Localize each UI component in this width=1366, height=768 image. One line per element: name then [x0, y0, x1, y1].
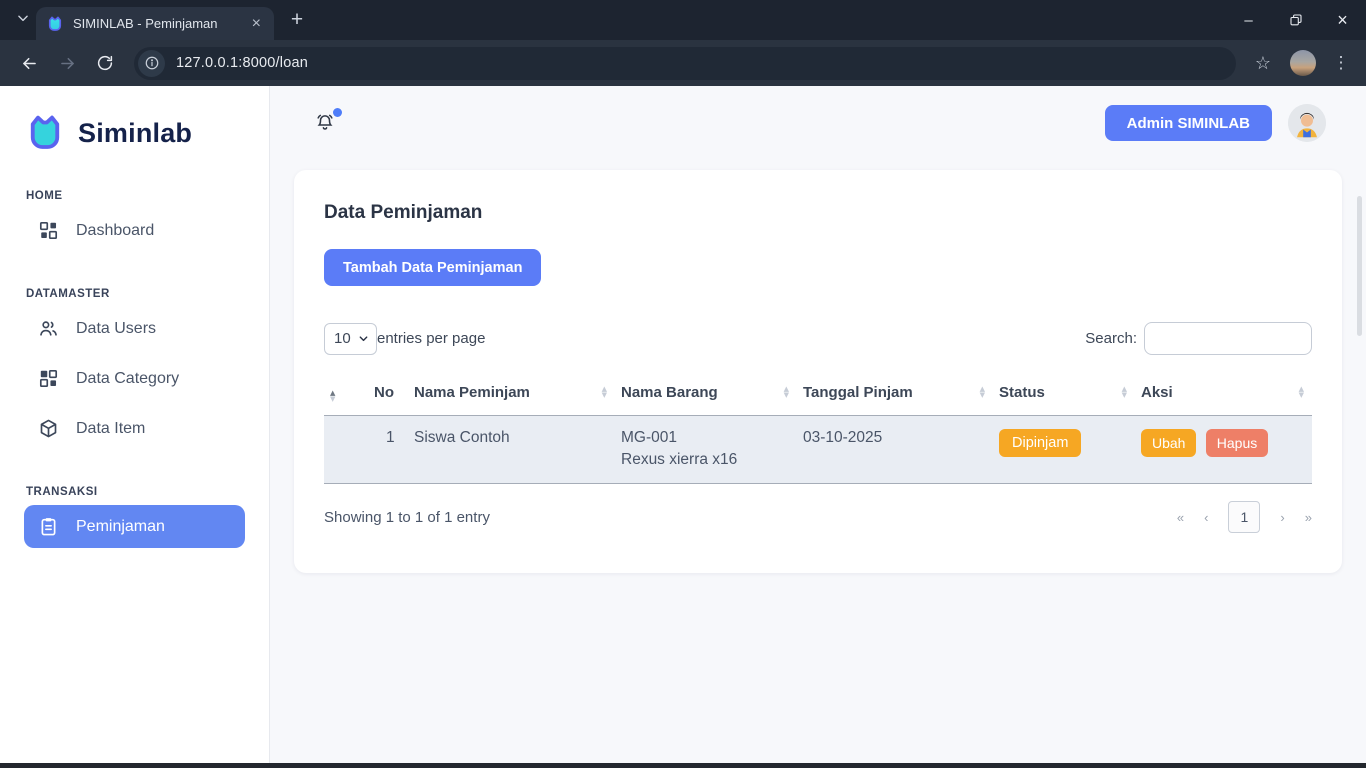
window-close-button[interactable]: ×: [1319, 0, 1366, 40]
browser-toolbar: 127.0.0.1:8000/loan ☆ ⋮: [0, 40, 1366, 86]
sidebar: Siminlab HOME Dashboard DATAMASTER: [0, 86, 270, 763]
sidebar-item-dashboard[interactable]: Dashboard: [24, 209, 245, 252]
column-header-nama-barang[interactable]: Nama Barang ▲▼: [615, 373, 797, 416]
item-name: Rexus xierra x16: [621, 451, 789, 469]
tab-search-chevron-icon[interactable]: [16, 11, 30, 30]
pagination-next[interactable]: ›: [1280, 510, 1284, 525]
chevron-down-icon: [358, 333, 369, 344]
site-favicon-cat-icon: [46, 15, 64, 33]
sidebar-item-label: Data Users: [76, 320, 156, 338]
sidebar-section-transaksi: TRANSAKSI: [26, 486, 243, 498]
sidebar-section-datamaster: DATAMASTER: [26, 288, 243, 300]
cell-nama-peminjam: Siswa Contoh: [408, 416, 615, 484]
window-minimize-button[interactable]: –: [1225, 0, 1272, 40]
sidebar-item-label: Dashboard: [76, 222, 154, 240]
category-grid-icon: [38, 368, 59, 389]
pagination-last[interactable]: »: [1305, 510, 1312, 525]
entries-suffix-label: entries per page: [377, 330, 485, 347]
browser-tab-strip: SIMINLAB - Peminjaman × + – ×: [0, 0, 1366, 40]
search-input[interactable]: [1144, 322, 1312, 355]
column-header-nama-peminjam[interactable]: Nama Peminjam ▲▼: [408, 373, 615, 416]
column-header-no[interactable]: No: [368, 373, 408, 416]
forward-icon[interactable]: [50, 46, 84, 80]
tambah-data-button[interactable]: Tambah Data Peminjaman: [324, 249, 541, 286]
sort-icon: ▲▼: [602, 386, 607, 398]
pagination-prev[interactable]: ‹: [1204, 510, 1208, 525]
table-row: 1 Siswa Contoh MG-001 Rexus xierra x16 0…: [324, 416, 1312, 484]
notification-dot: [333, 108, 342, 117]
entries-per-page-select[interactable]: 10: [324, 323, 377, 355]
cell-tanggal-pinjam: 03-10-2025: [797, 416, 993, 484]
entries-selected-value: 10: [334, 330, 351, 347]
sidebar-item-label: Data Category: [76, 370, 179, 388]
brand-name: Siminlab: [78, 118, 192, 149]
item-code: MG-001: [621, 429, 789, 447]
reload-icon[interactable]: [88, 46, 122, 80]
pagination: « ‹ 1 › »: [1177, 501, 1312, 533]
sort-icon: ▲▼: [980, 386, 985, 398]
url-text[interactable]: 127.0.0.1:8000/loan: [176, 55, 308, 71]
ubah-button[interactable]: Ubah: [1141, 429, 1196, 457]
status-badge: Dipinjam: [999, 429, 1081, 457]
sidebar-item-data-item[interactable]: Data Item: [24, 407, 245, 450]
browser-profile-avatar[interactable]: [1290, 50, 1316, 76]
cell-status: Dipinjam: [993, 416, 1135, 484]
cube-icon: [38, 418, 59, 439]
page-title: Data Peminjaman: [324, 202, 1312, 224]
cell-no: 1: [368, 416, 408, 484]
search-label: Search:: [1085, 330, 1137, 347]
back-icon[interactable]: [12, 46, 46, 80]
pagination-page-1[interactable]: 1: [1228, 501, 1260, 533]
column-header-aksi[interactable]: Aksi ▲▼: [1135, 373, 1312, 416]
column-header-status[interactable]: Status ▲▼: [993, 373, 1135, 416]
window-restore-button[interactable]: [1272, 0, 1319, 40]
new-tab-button[interactable]: +: [284, 7, 310, 33]
cell-nama-barang: MG-001 Rexus xierra x16: [615, 416, 797, 484]
sidebar-section-home: HOME: [26, 190, 243, 202]
sort-column-header[interactable]: ▲▼: [324, 373, 368, 416]
sidebar-item-data-users[interactable]: Data Users: [24, 307, 245, 350]
sidebar-item-peminjaman[interactable]: Peminjaman: [24, 505, 245, 548]
browser-menu-icon[interactable]: ⋮: [1328, 53, 1354, 73]
loans-table: ▲▼ No Nama Peminjam ▲▼ Nama Barang ▲▼: [324, 373, 1312, 484]
brand: Siminlab: [24, 86, 245, 154]
sort-icon: ▲▼: [1299, 386, 1304, 398]
user-avatar[interactable]: [1288, 104, 1326, 142]
address-bar[interactable]: 127.0.0.1:8000/loan: [134, 47, 1236, 80]
cell-aksi: Ubah Hapus: [1135, 416, 1312, 484]
data-peminjaman-card: Data Peminjaman Tambah Data Peminjaman 1…: [294, 170, 1342, 573]
sidebar-item-data-category[interactable]: Data Category: [24, 357, 245, 400]
app-header: Admin SIMINLAB: [270, 86, 1366, 160]
tab-close-icon[interactable]: ×: [249, 16, 264, 32]
admin-profile-button[interactable]: Admin SIMINLAB: [1105, 105, 1272, 141]
users-icon: [38, 318, 59, 339]
sidebar-item-label: Peminjaman: [76, 518, 165, 536]
hapus-button[interactable]: Hapus: [1206, 429, 1268, 457]
sort-icon: ▲▼: [1122, 386, 1127, 398]
browser-tab[interactable]: SIMINLAB - Peminjaman ×: [36, 7, 274, 40]
site-info-icon[interactable]: [138, 50, 165, 77]
pagination-first[interactable]: «: [1177, 510, 1184, 525]
dashboard-grid-icon: [38, 220, 59, 241]
showing-entries-text: Showing 1 to 1 of 1 entry: [324, 509, 490, 526]
sort-icon: ▲▼: [784, 386, 789, 398]
window-bottom-edge: [0, 763, 1366, 768]
bookmark-star-icon[interactable]: ☆: [1248, 53, 1278, 74]
brand-logo-cat-icon: [24, 112, 66, 154]
column-header-tanggal-pinjam[interactable]: Tanggal Pinjam ▲▼: [797, 373, 993, 416]
tab-title: SIMINLAB - Peminjaman: [73, 16, 240, 31]
clipboard-icon: [38, 516, 59, 537]
sidebar-item-label: Data Item: [76, 420, 145, 438]
page-scrollbar[interactable]: [1357, 196, 1362, 336]
notifications-bell-icon[interactable]: [314, 112, 336, 134]
